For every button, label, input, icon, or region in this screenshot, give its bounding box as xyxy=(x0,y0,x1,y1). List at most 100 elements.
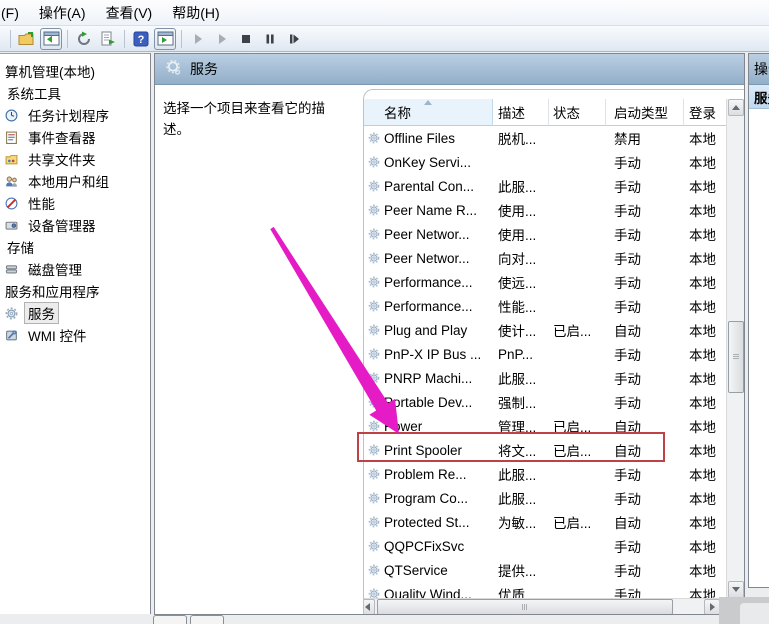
column-header-logon[interactable]: 登录 xyxy=(684,99,726,126)
service-row[interactable]: Protected St... 为敏... 已启... 自动 本地 xyxy=(364,510,726,534)
service-name: Problem Re... xyxy=(384,467,493,482)
service-gear-icon xyxy=(364,156,384,168)
scroll-down-icon[interactable] xyxy=(728,581,744,598)
tree-item[interactable]: 存储 xyxy=(0,236,150,258)
services-panel: 服务 选择一个项目来查看它的描述。 名称 描述 状态 启动类型 登录 xyxy=(154,53,745,615)
tree-item[interactable]: 设备管理器 xyxy=(0,214,150,236)
toolbar-separator xyxy=(181,30,182,48)
service-row[interactable]: Portable Dev... 强制... 手动 本地 xyxy=(364,390,726,414)
menu-item-file[interactable]: (F) xyxy=(0,2,29,24)
service-row[interactable]: QTService 提供... 手动 本地 xyxy=(364,558,726,582)
service-row[interactable]: Problem Re... 此服... 手动 本地 xyxy=(364,462,726,486)
service-row[interactable]: Peer Networ... 使用... 手动 本地 xyxy=(364,222,726,246)
service-logon-as: 本地 xyxy=(684,200,726,220)
service-row[interactable]: Performance... 使远... 手动 本地 xyxy=(364,270,726,294)
service-status: 已启... xyxy=(549,440,606,460)
tree-item[interactable]: 事件查看器 xyxy=(0,126,150,148)
service-logon-as: 本地 xyxy=(684,224,726,244)
window-corner xyxy=(719,597,769,624)
actions-panel-services-group[interactable]: 服务 xyxy=(749,85,769,109)
shared-folder-icon xyxy=(5,153,19,166)
start-service-icon[interactable] xyxy=(187,28,209,50)
service-gear-icon xyxy=(364,252,384,264)
tab-standard[interactable] xyxy=(190,615,224,624)
tree-item[interactable]: 共享文件夹 xyxy=(0,148,150,170)
service-row[interactable]: Peer Name R... 使用... 手动 本地 xyxy=(364,198,726,222)
tree-item[interactable]: 性能 xyxy=(0,192,150,214)
column-header-startup-type[interactable]: 启动类型 xyxy=(606,99,684,126)
tree-item-label: 服务和应用程序 xyxy=(1,280,104,302)
tree: 算机管理(本地) 系统工具 任务计划程序 事件查看器 共享文件夹 本地用户和组 … xyxy=(0,60,150,346)
service-startup-type: 手动 xyxy=(606,152,684,172)
service-description: 脱机... xyxy=(493,128,549,148)
column-header-label: 描述 xyxy=(498,102,525,122)
service-logon-as: 本地 xyxy=(684,464,726,484)
tree-item[interactable]: 任务计划程序 xyxy=(0,104,150,126)
service-row[interactable]: PnP-X IP Bus ... PnP... 手动 本地 xyxy=(364,342,726,366)
service-row[interactable]: Offline Files 脱机... 禁用 本地 xyxy=(364,126,726,150)
service-row[interactable]: Power 管理... 已启... 自动 本地 xyxy=(364,414,726,438)
menu-bar: (F) 操作(A) 查看(V) 帮助(H) xyxy=(0,0,769,26)
service-row[interactable]: Print Spooler 将文... 已启... 自动 本地 xyxy=(364,438,726,462)
service-name: Peer Networ... xyxy=(384,251,493,266)
show-action-pane-icon[interactable] xyxy=(154,28,176,50)
tree-item[interactable]: 服务 xyxy=(0,302,150,324)
column-header-status[interactable]: 状态 xyxy=(549,99,606,126)
service-description: 强制... xyxy=(493,392,549,412)
service-logon-as: 本地 xyxy=(684,248,726,268)
menu-item-help[interactable]: 帮助(H) xyxy=(162,0,229,26)
tree-item[interactable]: 系统工具 xyxy=(0,82,150,104)
export-list-icon[interactable] xyxy=(97,28,119,50)
tree-item[interactable]: 服务和应用程序 xyxy=(0,280,150,302)
service-name: Print Spooler xyxy=(384,443,493,458)
column-header-name[interactable]: 名称 xyxy=(364,99,493,126)
service-description: 性能... xyxy=(493,296,549,316)
tree-item[interactable]: 算机管理(本地) xyxy=(0,60,150,82)
view-tabs xyxy=(153,615,224,624)
refresh-icon[interactable] xyxy=(73,28,95,50)
clock-icon xyxy=(5,109,19,122)
scroll-left-icon[interactable] xyxy=(363,599,375,615)
menu-item-action[interactable]: 操作(A) xyxy=(29,0,96,26)
service-row[interactable]: PNRP Machi... 此服... 手动 本地 xyxy=(364,366,726,390)
service-row[interactable]: Parental Con... 此服... 手动 本地 xyxy=(364,174,726,198)
help-icon[interactable]: ? xyxy=(130,28,152,50)
scroll-right-icon[interactable] xyxy=(704,599,720,615)
horizontal-scrollbar-thumb[interactable] xyxy=(377,599,673,615)
restart-service-icon[interactable] xyxy=(283,28,305,50)
service-startup-type: 手动 xyxy=(606,272,684,292)
tab-extended[interactable] xyxy=(153,615,187,624)
services-list: 名称 描述 状态 启动类型 登录 Of xyxy=(363,89,744,615)
tree-item-label: 本地用户和组 xyxy=(24,170,113,192)
vertical-scrollbar-thumb[interactable] xyxy=(728,321,744,393)
service-gear-icon xyxy=(364,180,384,192)
service-row[interactable]: Performance... 性能... 手动 本地 xyxy=(364,294,726,318)
vertical-scrollbar[interactable] xyxy=(726,99,744,598)
service-row[interactable]: QQPCFixSvc 手动 本地 xyxy=(364,534,726,558)
service-row[interactable]: Peer Networ... 向对... 手动 本地 xyxy=(364,246,726,270)
tree-item-label: 算机管理(本地) xyxy=(1,60,99,82)
tree-item-label: 性能 xyxy=(24,192,59,214)
service-name: PNRP Machi... xyxy=(384,371,493,386)
service-name: Offline Files xyxy=(384,131,493,146)
column-header-description[interactable]: 描述 xyxy=(493,99,549,126)
service-row[interactable]: Program Co... 此服... 手动 本地 xyxy=(364,486,726,510)
service-name: Parental Con... xyxy=(384,179,493,194)
pause-service-icon[interactable] xyxy=(259,28,281,50)
service-startup-type: 手动 xyxy=(606,296,684,316)
service-startup-type: 自动 xyxy=(606,440,684,460)
horizontal-scrollbar[interactable] xyxy=(363,598,720,615)
stop-service-icon[interactable] xyxy=(235,28,257,50)
service-logon-as: 本地 xyxy=(684,488,726,508)
show-console-tree-icon[interactable] xyxy=(40,28,62,50)
menu-item-view[interactable]: 查看(V) xyxy=(96,0,163,26)
tree-item[interactable]: 本地用户和组 xyxy=(0,170,150,192)
scroll-up-icon[interactable] xyxy=(728,99,744,116)
tree-item[interactable]: WMI 控件 xyxy=(0,324,150,346)
service-row[interactable]: OnKey Servi... 手动 本地 xyxy=(364,150,726,174)
service-gear-icon xyxy=(364,324,384,336)
service-row[interactable]: Plug and Play 使计... 已启... 自动 本地 xyxy=(364,318,726,342)
tree-item[interactable]: 磁盘管理 xyxy=(0,258,150,280)
folder-icon[interactable] xyxy=(16,28,38,50)
resume-service-icon[interactable] xyxy=(211,28,233,50)
